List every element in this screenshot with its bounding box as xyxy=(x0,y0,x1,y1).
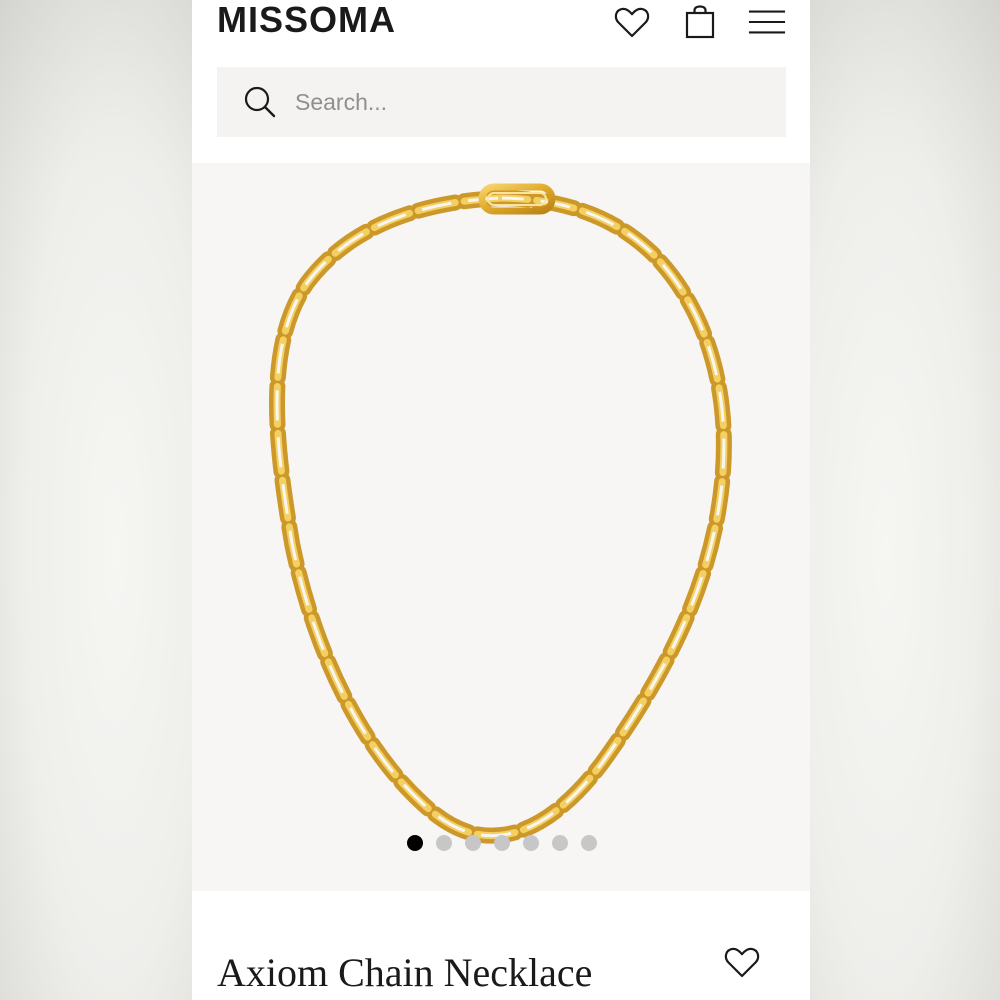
search-input[interactable] xyxy=(293,81,767,123)
product-page: MISSOMA Search... Axiom Chain Necklace xyxy=(192,0,810,1000)
gallery-dot[interactable] xyxy=(581,835,597,851)
search-icon xyxy=(244,86,276,118)
gallery-dot[interactable] xyxy=(552,835,568,851)
gallery-dot[interactable] xyxy=(465,835,481,851)
heart-icon xyxy=(614,7,650,38)
gallery-dot[interactable] xyxy=(494,835,510,851)
backdrop-left-panel xyxy=(0,0,192,1000)
site-header: MISSOMA xyxy=(192,0,810,50)
missoma-logo[interactable]: MISSOMA xyxy=(217,0,396,40)
gallery-dot[interactable] xyxy=(407,835,423,851)
necklace-image xyxy=(269,183,732,844)
add-to-wishlist-button[interactable] xyxy=(722,943,762,981)
heart-icon xyxy=(724,947,760,978)
menu-icon xyxy=(748,10,786,34)
gallery-dot[interactable] xyxy=(523,835,539,851)
product-title: Axiom Chain Necklace xyxy=(217,950,593,995)
shopping-bag-icon xyxy=(685,5,715,39)
gallery-dot[interactable] xyxy=(436,835,452,851)
product-info: Axiom Chain Necklace xyxy=(192,891,810,1000)
menu-button[interactable] xyxy=(748,4,786,40)
search-bar[interactable] xyxy=(217,67,786,137)
bag-button[interactable] xyxy=(681,4,719,40)
backdrop-right-panel xyxy=(810,0,1000,1000)
wishlist-button[interactable] xyxy=(613,4,651,40)
gallery-pagination xyxy=(407,835,597,851)
product-image-gallery[interactable] xyxy=(192,163,810,891)
